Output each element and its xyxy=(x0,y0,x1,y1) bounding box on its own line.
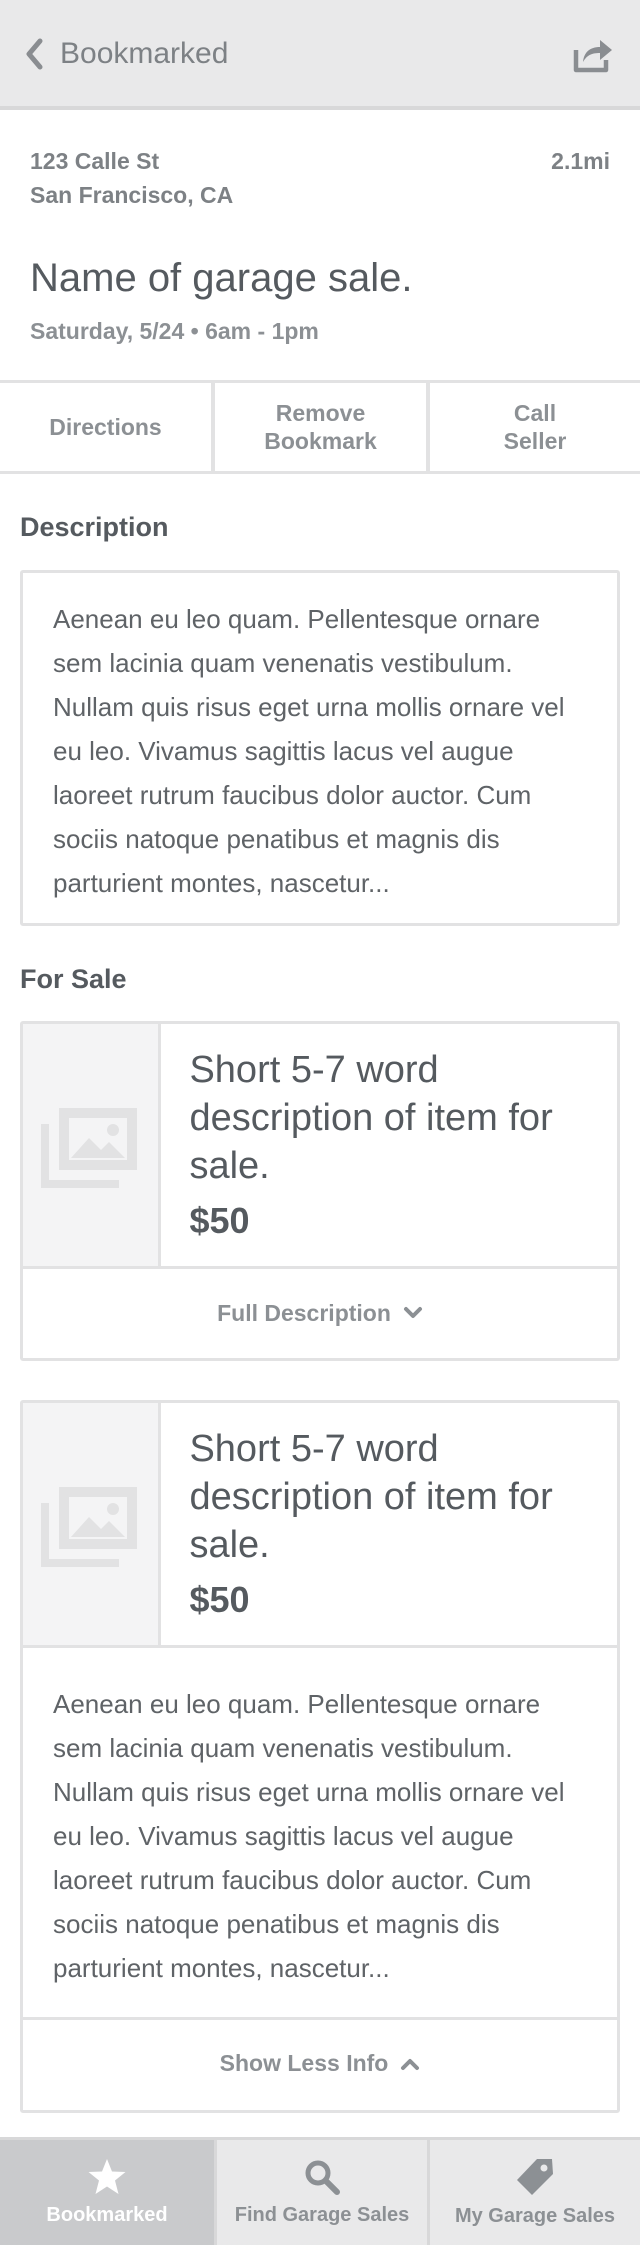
directions-label: Directions xyxy=(49,414,162,440)
tab-my-garage-sales[interactable]: My Garage Sales xyxy=(427,2140,640,2245)
item-info: Short 5-7 word description of item for s… xyxy=(161,1403,617,1645)
top-bar: Bookmarked xyxy=(0,0,640,110)
address-line-2: San Francisco, CA xyxy=(30,182,234,208)
sale-name: Name of garage sale. xyxy=(30,256,413,300)
remove-bookmark-label: Remove Bookmark xyxy=(264,400,377,454)
item-image[interactable] xyxy=(23,1024,162,1266)
item-title: Short 5-7 word description of item for s… xyxy=(189,1428,553,1566)
item-image[interactable] xyxy=(23,1403,162,1645)
item-summary: Short 5-7 word description of item for s… xyxy=(23,1024,617,1269)
description-heading: Description xyxy=(20,512,169,542)
item-title: Short 5-7 word description of item for s… xyxy=(189,1049,553,1187)
chevron-down-icon xyxy=(403,1307,422,1318)
for-sale-heading: For Sale xyxy=(20,964,127,994)
chevron-up-icon xyxy=(401,2058,420,2070)
star-icon xyxy=(88,2159,126,2194)
sale-date: Saturday, 5/24 • 6am - 1pm xyxy=(30,318,319,344)
back-label: Bookmarked xyxy=(60,37,229,70)
item-description-text: Aenean eu leo quam. Pellentesque ornare … xyxy=(53,1689,565,1983)
tab-bookmarked[interactable]: Bookmarked xyxy=(0,2140,214,2245)
sale-item-card: Short 5-7 word description of item for s… xyxy=(20,1400,620,2113)
sale-address: 123 Calle St San Francisco, CA xyxy=(30,144,233,212)
back-button[interactable]: Bookmarked xyxy=(24,30,228,78)
tab-bar: Bookmarked Find Garage Sales My Garage S… xyxy=(0,2137,640,2245)
description-text: Aenean eu leo quam. Pellentesque ornare … xyxy=(53,604,565,898)
item-price: $50 xyxy=(189,1200,250,1241)
show-less-info-button[interactable]: Show Less Info xyxy=(23,2020,617,2107)
full-description-label: Full Description xyxy=(217,1299,391,1326)
image-placeholder-icon xyxy=(40,1487,137,1567)
item-description: Aenean eu leo quam. Pellentesque ornare … xyxy=(23,1648,617,2020)
search-icon xyxy=(305,2160,340,2195)
call-seller-label: Call Seller xyxy=(503,400,567,454)
item-summary: Short 5-7 word description of item for s… xyxy=(23,1403,617,1648)
tag-icon xyxy=(517,2159,553,2195)
remove-bookmark-button[interactable]: Remove Bookmark xyxy=(211,383,426,471)
directions-button[interactable]: Directions xyxy=(0,383,211,471)
action-bar: Directions Remove Bookmark Call Seller xyxy=(0,380,640,474)
address-line-1: 123 Calle St xyxy=(30,148,160,174)
description-card: Aenean eu leo quam. Pellentesque ornare … xyxy=(20,570,620,926)
image-placeholder-icon xyxy=(40,1108,137,1188)
tab-label: Find Garage Sales xyxy=(234,2204,410,2226)
tab-find-garage-sales[interactable]: Find Garage Sales xyxy=(214,2140,427,2245)
share-icon[interactable] xyxy=(570,32,614,76)
tab-label: Bookmarked xyxy=(46,2204,168,2226)
chevron-left-icon xyxy=(26,38,43,70)
tab-label: My Garage Sales xyxy=(454,2205,616,2227)
item-price: $50 xyxy=(189,1579,250,1620)
show-less-info-label: Show Less Info xyxy=(219,2050,389,2076)
sale-distance: 2.1mi xyxy=(551,148,610,174)
full-description-button[interactable]: Full Description xyxy=(23,1269,617,1357)
sale-item-card: Short 5-7 word description of item for s… xyxy=(20,1021,620,1361)
call-seller-button[interactable]: Call Seller xyxy=(426,383,640,471)
item-info: Short 5-7 word description of item for s… xyxy=(161,1024,617,1266)
